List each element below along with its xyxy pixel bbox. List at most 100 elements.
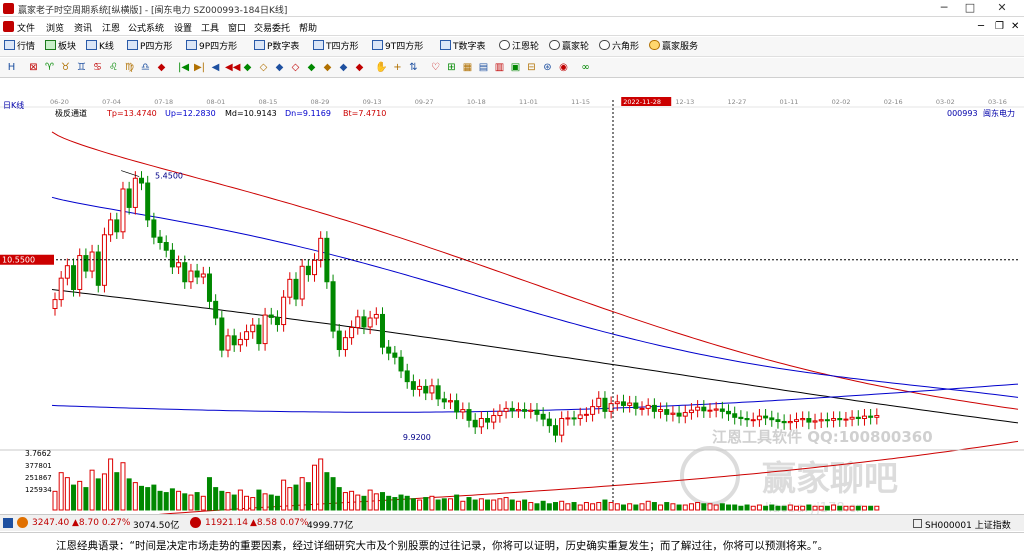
menu-help[interactable]: 帮助 — [299, 21, 317, 34]
kline-chart[interactable]: 06-20 07-04 07-18 08-01 08-15 08-29 09-13 09-27… — [0, 78, 1024, 514]
toolbar-btn-5[interactable]: P数字表 — [254, 40, 299, 54]
toolbar-btn-10[interactable]: 赢家轮 — [549, 40, 589, 54]
candle-body — [435, 385, 441, 400]
draw-tool-icon-34[interactable]: ∞ — [579, 61, 592, 74]
draw-tool-icon-20[interactable]: ◆ — [337, 61, 350, 74]
candle-body — [831, 418, 837, 421]
draw-tool-icon-14[interactable]: ◆ — [241, 61, 254, 74]
menu-trade[interactable]: 交易委托 — [254, 21, 290, 34]
draw-tool-icon-17[interactable]: ◇ — [289, 61, 302, 74]
draw-tool-icon-0[interactable]: H — [5, 61, 18, 74]
toolbar-btn-6[interactable]: T四方形 — [313, 40, 359, 54]
candle-body — [108, 219, 114, 236]
menu-formula[interactable]: 公式系统 — [128, 21, 164, 34]
draw-tool-icon-23[interactable]: + — [391, 61, 404, 74]
toolbar-btn-1[interactable]: 板块 — [45, 40, 76, 54]
menu-settings[interactable]: 设置 — [174, 21, 192, 34]
chart-background — [0, 78, 1024, 514]
index-icon[interactable] — [3, 518, 13, 528]
draw-tool-icon-2[interactable]: ♈ — [43, 61, 56, 74]
candle-body — [330, 281, 336, 332]
volume-bar — [695, 502, 701, 511]
toolbar-btn-label: T四方形 — [326, 42, 359, 52]
draw-tool-icon-10[interactable]: |◀ — [177, 61, 190, 74]
toolbar-btn-11[interactable]: 六角形 — [599, 40, 639, 54]
draw-tool-icon-16[interactable]: ◆ — [273, 61, 286, 74]
toolbar-btn-9[interactable]: 江恩轮 — [499, 40, 539, 54]
draw-tool-icon-29[interactable]: ▥ — [493, 61, 506, 74]
draw-tool-icon-26[interactable]: ⊞ — [445, 61, 458, 74]
draw-tool-icon-22[interactable]: ✋ — [375, 61, 388, 74]
toolbar-btn-8[interactable]: T数字表 — [440, 40, 486, 54]
draw-tool-icon-5[interactable]: ♋ — [91, 61, 104, 74]
draw-tool-icon-3[interactable]: ♉ — [59, 61, 72, 74]
maximize-button[interactable]: □ — [958, 1, 982, 16]
candle-body — [429, 385, 435, 394]
inner-restore-button[interactable]: ❐ — [995, 21, 1004, 32]
price-marker-label: 10.5500 — [2, 256, 35, 265]
menu-tools[interactable]: 工具 — [201, 21, 219, 34]
menu-file[interactable]: 文件 — [17, 21, 35, 34]
draw-tool-icon-12[interactable]: ◀ — [209, 61, 222, 74]
inner-close-button[interactable]: ✕ — [1011, 21, 1019, 32]
volume-bar — [528, 502, 534, 511]
draw-tool-icon-30[interactable]: ▣ — [509, 61, 522, 74]
doc-icon[interactable] — [3, 21, 14, 32]
draw-tool-icon-4[interactable]: ♊ — [75, 61, 88, 74]
minimize-button[interactable]: ─ — [932, 1, 956, 16]
sz-index-value: 11921.14 — [205, 518, 248, 528]
candle-body — [837, 418, 843, 421]
draw-tool-icon-21[interactable]: ◆ — [353, 61, 366, 74]
draw-tool-icon-33[interactable]: ◉ — [557, 61, 570, 74]
volume-bar — [194, 492, 200, 511]
draw-tool-icon-27[interactable]: ▦ — [461, 61, 474, 74]
volume-bar — [305, 482, 311, 511]
draw-tool-icon-9[interactable]: ◆ — [155, 61, 168, 74]
draw-tool-icon-7[interactable]: ♍ — [123, 61, 136, 74]
volume-bar — [95, 478, 101, 511]
draw-tool-icon-18[interactable]: ◆ — [305, 61, 318, 74]
toolbar-btn-2[interactable]: K线 — [86, 40, 114, 54]
date-tick: 07-18 — [154, 98, 173, 106]
draw-tool-icon-25[interactable]: ♡ — [429, 61, 442, 74]
draw-tool-icon-8[interactable]: ♎ — [139, 61, 152, 74]
candle-body — [787, 420, 793, 424]
draw-tool-icon-28[interactable]: ▤ — [477, 61, 490, 74]
draw-tool-icon-24[interactable]: ⇅ — [407, 61, 420, 74]
toolbar-btn-3[interactable]: P四方形 — [127, 40, 172, 54]
toolbar-btn-0[interactable]: 行情 — [4, 40, 35, 54]
draw-tool-icon-32[interactable]: ⊛ — [541, 61, 554, 74]
volume-bar — [312, 464, 318, 511]
toolbar-btn-12[interactable]: 赢家服务 — [649, 40, 698, 54]
draw-tool-icon-19[interactable]: ◆ — [321, 61, 334, 74]
stock-code: 000993 — [947, 109, 978, 118]
candle-body — [342, 337, 348, 351]
inner-minimize-button[interactable]: ─ — [978, 21, 984, 32]
draw-tool-icon-1[interactable]: ⊠ — [27, 61, 40, 74]
volume-bar — [58, 472, 64, 511]
screen-icon[interactable] — [913, 519, 922, 528]
menu-news[interactable]: 资讯 — [74, 21, 92, 34]
draw-tool-icon-11[interactable]: ▶| — [193, 61, 206, 74]
candle-body — [244, 331, 250, 340]
indicator-name: 极反通道 — [55, 108, 87, 118]
draw-tool-icon-31[interactable]: ⊟ — [525, 61, 538, 74]
close-button[interactable]: ✕ — [990, 1, 1014, 16]
candle-body — [824, 419, 830, 422]
low-annotation: 9.9200 — [403, 433, 431, 442]
draw-tool-icon-6[interactable]: ♌ — [107, 61, 120, 74]
volume-bar — [237, 489, 243, 511]
draw-tool-icon-13[interactable]: ◀◀ — [225, 61, 240, 74]
candle-body — [620, 401, 626, 406]
volume-bar — [775, 505, 781, 511]
volume-bar — [466, 497, 472, 511]
candle-body — [206, 273, 212, 302]
band-param-1: Up=12.2830 — [165, 109, 216, 118]
menu-gann[interactable]: 江恩 — [102, 21, 120, 34]
candle-body — [231, 335, 237, 346]
toolbar-btn-4[interactable]: 9P四方形 — [186, 40, 237, 54]
menu-window[interactable]: 窗口 — [228, 21, 246, 34]
draw-tool-icon-15[interactable]: ◇ — [257, 61, 270, 74]
toolbar-btn-7[interactable]: 9T四方形 — [372, 40, 423, 54]
menu-browse[interactable]: 浏览 — [46, 21, 64, 34]
